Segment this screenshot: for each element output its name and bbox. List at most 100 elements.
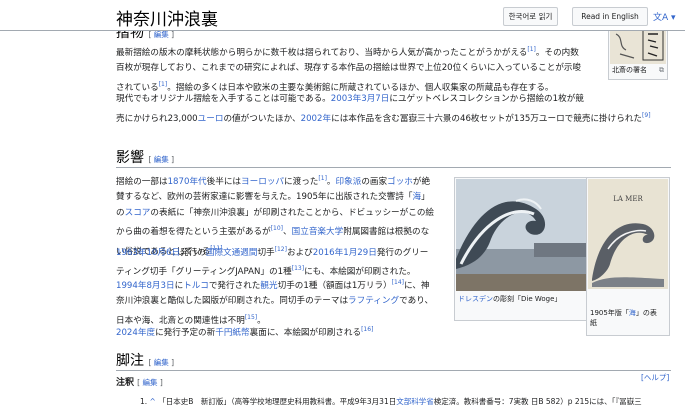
paragraph-prints-1: 最新摺絵の版木の摩耗状態から明らかに数千枚は摺られており、当時から人気が高かった… (116, 42, 601, 96)
subsection-heading-text: 注釈 (116, 378, 135, 388)
read-korean-button[interactable]: 한국어로 읽기 (503, 7, 558, 26)
note-marker: 1. (140, 397, 148, 406)
subsection-heading-annotations: 注釈 [ 編集 ] (116, 375, 163, 388)
enlarge-icon[interactable]: ⧉ (659, 66, 664, 75)
text: 「日本史B 新訂版」（高等学校地理歴史科用教科書。平成9年3月31日 (158, 397, 397, 406)
edit-link-label[interactable]: 編集 (154, 358, 169, 367)
paragraph-influence-4: 2024年度に発行予定の新千円紙幣裏面に、本絵図が印刷される[16] (116, 322, 451, 341)
link-score[interactable]: スコア (125, 208, 151, 218)
language-icon[interactable]: 文A ▾ (653, 10, 676, 23)
link-gogh[interactable]: ゴッホ (387, 177, 413, 187)
text: にユゲットベレスコレクションから摺絵の1枚が競 (389, 94, 584, 104)
link-tourism[interactable]: 観光 (260, 281, 277, 291)
link-turkey[interactable]: トルコ (183, 281, 209, 291)
note-backlink[interactable]: ^ (150, 397, 156, 406)
ref-12[interactable]: [12] (275, 246, 287, 253)
link-1870s[interactable]: 1870年代 (168, 177, 207, 187)
help-link[interactable]: [ヘルプ] (641, 372, 669, 383)
ref-10[interactable]: [10] (271, 225, 283, 232)
figure-die-woge: ドレスデンの彫刻「Die Woge」 (454, 177, 588, 321)
text: 紙 (590, 319, 597, 327)
link-impressionism[interactable]: 印象派 (336, 177, 362, 187)
edit-link-prints[interactable]: [ 編集 ] (148, 30, 174, 39)
text: から曲の着想を得たという主張があるが (116, 227, 271, 238)
ref-15[interactable]: [15] (245, 314, 257, 321)
link-dresden[interactable]: ドレスデン (458, 295, 493, 303)
link-euro[interactable]: ユーロ (198, 113, 224, 123)
edit-link-label[interactable]: 編集 (154, 155, 169, 164)
link-2003-03-07[interactable]: 2003年3月7日 (331, 94, 390, 104)
text: に (174, 280, 184, 291)
section-heading-notes-text: 脚注 (116, 353, 144, 369)
link-1963[interactable]: 1963年10月6日 (116, 248, 180, 258)
text: には本作品を含む冨嶽三十六景の46枚セットが135万ユーロで競売に掛けられた (331, 113, 643, 124)
la-mer-cover-title: LA MER (613, 195, 643, 203)
text: 。その内数 (535, 47, 579, 58)
edit-link-influence[interactable]: [ 編集 ] (148, 155, 174, 164)
ref-16[interactable]: [16] (361, 326, 373, 333)
text: に発行予定の新 (155, 327, 216, 338)
text: 摺絵の一部は (116, 176, 168, 187)
note-item-1: 1. ^ 「日本史B 新訂版」（高等学校地理歴史科用教科書。平成9年3月31日文… (140, 396, 671, 407)
link-2002[interactable]: 2002年 (301, 113, 331, 123)
text: 発行のグリー (376, 247, 429, 258)
text: 」 (421, 192, 430, 203)
signature-image[interactable] (610, 28, 666, 64)
text: 。 (326, 176, 336, 187)
ref-13[interactable]: [13] (292, 265, 304, 272)
text: および (286, 247, 313, 258)
text: 、 (283, 227, 292, 238)
link-europe[interactable]: ヨーロッパ (241, 177, 284, 187)
read-english-button[interactable]: Read in English (572, 7, 648, 26)
edit-link-label[interactable]: 編集 (142, 378, 157, 387)
section-divider (116, 167, 671, 168)
text: 切手の1種（額面は1万リラ） (277, 280, 392, 291)
text: 切手 (257, 247, 275, 258)
section-heading-influence: 影響 [ 編集 ] (116, 147, 174, 167)
text: 発行の (180, 247, 206, 258)
link-1994[interactable]: 1994年8月3日 (116, 281, 175, 291)
figure-la-mer-cover: LA MER 1905年版「海」の表 紙 (586, 177, 670, 336)
section-heading-influence-text: 影響 (116, 150, 144, 166)
text: 奈川沖浪裏と酷似した図版が印刷された。同切手のテーマは (116, 296, 349, 307)
section-divider (116, 370, 671, 371)
text: 1905年版「 (590, 309, 629, 317)
text: 百枚が現存しており、これまでの研究によれば、現存する本作品の摺絵は世界で上位20… (116, 63, 582, 74)
die-woge-image[interactable] (456, 179, 586, 291)
text: 現代でもオリジナル摺絵を入手することは可能である。 (116, 94, 331, 104)
edit-link-annotations[interactable]: [ 編集 ] (137, 378, 163, 387)
ref-1[interactable]: [1] (527, 46, 536, 53)
la-mer-cover-image[interactable]: LA MER (588, 179, 668, 289)
text: 裏面に、本絵図が印刷される (249, 327, 362, 338)
link-letter-week[interactable]: 国際文通週間 (206, 248, 258, 258)
link-la-mer[interactable]: 海 (412, 192, 421, 202)
text: 後半には (206, 176, 242, 187)
link-2024[interactable]: 2024年度 (116, 328, 155, 338)
signature-caption: 北斎の署名 (612, 66, 647, 74)
text: 附属図書館は根拠のな (343, 227, 430, 238)
paragraph-prints-2: 現代でもオリジナル摺絵を入手することは可能である。2003年3月7日にユゲットベ… (116, 92, 671, 127)
die-woge-caption: ドレスデンの彫刻「Die Woge」 (458, 294, 561, 304)
text: 」の表 (635, 309, 657, 317)
ref-1b[interactable]: [1] (159, 81, 168, 88)
link-kunitachi[interactable]: 国立音楽大学 (292, 227, 344, 237)
page-title: 神奈川沖浪裏 (116, 10, 218, 30)
text: の値がついたほか、 (223, 113, 301, 124)
link-la-mer-caption[interactable]: 海 (629, 309, 636, 317)
ref-9[interactable]: [9] (642, 112, 651, 119)
la-mer-caption: 1905年版「海」の表 紙 (590, 308, 666, 328)
link-2016[interactable]: 2016年1月29日 (313, 248, 377, 258)
link-1000-yen[interactable]: 千円紙幣 (215, 328, 249, 338)
edit-link-notes[interactable]: [ 編集 ] (148, 358, 174, 367)
link-mext[interactable]: 文部科学省 (396, 397, 434, 406)
link-rafting[interactable]: ラフティング (348, 296, 399, 306)
section-heading-notes: 脚注 [ 編集 ] (116, 350, 174, 370)
ref-14[interactable]: [14] (392, 279, 404, 286)
text: の (116, 207, 125, 218)
text: であり、 (399, 296, 434, 307)
text: 最新摺絵の版木の摩耗状態から明らかに数千枚は摺られており、当時から人気が高かった… (116, 47, 528, 58)
text: の画家 (361, 176, 388, 187)
text: 賛するなど、欧州の芸術家達に影響を与えた。1905年に出版された交響詩「 (116, 192, 413, 203)
ref-1c[interactable]: [1] (318, 175, 327, 182)
edit-link-label[interactable]: 編集 (154, 30, 169, 39)
